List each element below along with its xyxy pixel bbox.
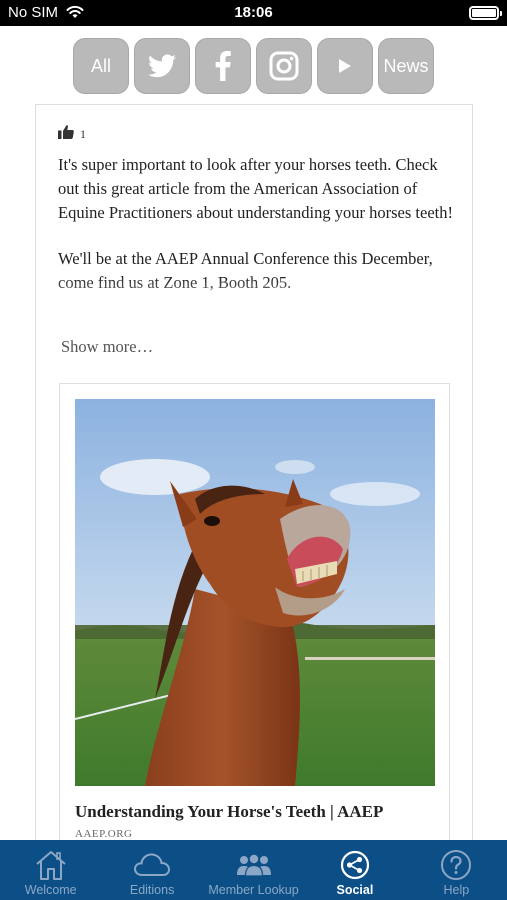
share-icon bbox=[340, 847, 370, 882]
question-icon bbox=[440, 847, 472, 882]
status-time: 18:06 bbox=[234, 4, 273, 21]
tab-social[interactable]: Social bbox=[304, 840, 405, 900]
social-post-card: 1 It's super important to look after you… bbox=[35, 104, 473, 844]
house-icon bbox=[34, 847, 68, 882]
filter-news-label: News bbox=[383, 55, 429, 76]
status-bar: No SIM 18:06 bbox=[0, 0, 507, 26]
tab-label: Social bbox=[336, 883, 374, 897]
link-title[interactable]: Understanding Your Horse's Teeth | AAEP bbox=[75, 802, 383, 822]
tab-member-lookup[interactable]: Member Lookup bbox=[203, 840, 304, 900]
likes-count: 1 bbox=[80, 127, 86, 141]
people-icon bbox=[235, 847, 273, 882]
tab-label: Editions bbox=[129, 883, 175, 897]
tab-welcome[interactable]: Welcome bbox=[0, 840, 101, 900]
filter-all-button[interactable]: All bbox=[73, 38, 129, 94]
twitter-icon bbox=[148, 54, 176, 78]
tab-bar: Welcome Editions Member Lookup Social He… bbox=[0, 840, 507, 900]
filter-facebook-button[interactable] bbox=[195, 38, 251, 94]
thumbs-up-icon bbox=[58, 125, 74, 144]
social-filter-bar: All News bbox=[73, 38, 434, 94]
play-icon bbox=[338, 58, 352, 74]
tab-label: Help bbox=[443, 883, 470, 897]
link-preview-card[interactable]: Understanding Your Horse's Teeth | AAEP … bbox=[59, 383, 450, 844]
battery-icon bbox=[469, 6, 502, 20]
link-preview-image[interactable] bbox=[75, 399, 435, 786]
text-fade-overlay bbox=[36, 277, 472, 317]
instagram-icon bbox=[269, 51, 299, 81]
facebook-icon bbox=[214, 51, 232, 81]
tab-label: Welcome bbox=[24, 883, 77, 897]
filter-instagram-button[interactable] bbox=[256, 38, 312, 94]
cloud-icon bbox=[133, 847, 171, 882]
likes-row[interactable]: 1 bbox=[58, 125, 86, 144]
filter-news-button[interactable]: News bbox=[378, 38, 434, 94]
filter-youtube-button[interactable] bbox=[317, 38, 373, 94]
tab-help[interactable]: Help bbox=[406, 840, 507, 900]
tab-label: Member Lookup bbox=[208, 883, 299, 897]
show-more-link[interactable]: Show more… bbox=[61, 337, 153, 357]
post-paragraph: It's super important to look after your … bbox=[58, 155, 453, 222]
tab-editions[interactable]: Editions bbox=[101, 840, 202, 900]
link-domain: AAEP.ORG bbox=[75, 828, 133, 840]
filter-all-label: All bbox=[90, 55, 111, 76]
filter-twitter-button[interactable] bbox=[134, 38, 190, 94]
